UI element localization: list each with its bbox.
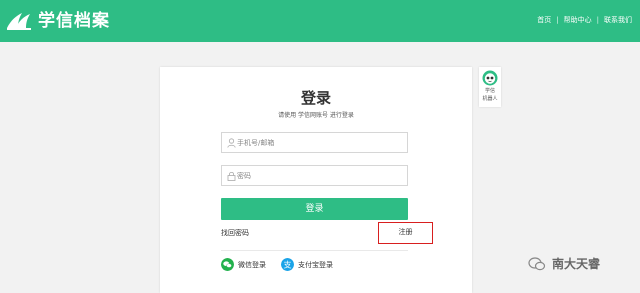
top-nav: 首页 | 帮助中心 | 联系我们 — [537, 14, 632, 26]
watermark: 南大天睿 — [528, 255, 600, 272]
login-button[interactable]: 登录 — [221, 198, 408, 220]
logo-text[interactable]: 学信档案 — [38, 10, 110, 32]
top-header: 学信档案 首页 | 帮助中心 | 联系我们 — [0, 0, 640, 42]
password-input[interactable] — [237, 168, 402, 183]
alipay-login-label: 支付宝登录 — [298, 260, 333, 269]
nav-separator: | — [556, 16, 559, 24]
phone-email-input[interactable] — [237, 135, 402, 150]
divider — [221, 250, 408, 251]
nav-help-link[interactable]: 帮助中心 — [564, 14, 592, 26]
register-link[interactable]: 注册 — [378, 222, 433, 244]
alipay-login-button[interactable]: 支 支付宝登录 — [281, 258, 333, 271]
login-title: 登录 — [300, 89, 331, 107]
wechat-icon — [221, 258, 234, 271]
watermark-text: 南大天睿 — [552, 257, 601, 271]
find-password-link[interactable]: 找回密码 — [221, 228, 249, 238]
wechat-login-button[interactable]: 微信登录 — [221, 258, 266, 271]
lock-icon — [227, 171, 236, 181]
svg-text:支: 支 — [284, 260, 292, 270]
phone-email-field[interactable] — [221, 132, 408, 153]
robot-assistant[interactable]: 学信 机器人 — [479, 67, 501, 107]
alipay-icon: 支 — [281, 258, 294, 271]
password-field[interactable] — [221, 165, 408, 186]
nav-separator: | — [596, 16, 599, 24]
robot-icon — [482, 70, 498, 86]
robot-label-2: 机器人 — [482, 96, 498, 102]
nav-home-link[interactable]: 首页 — [537, 14, 551, 26]
login-card: 登录 请使用 学信网账号 进行登录 登录 找回密码 注册 微信登录 支 支付宝登… — [160, 67, 472, 293]
login-subtitle: 请使用 学信网账号 进行登录 — [278, 112, 354, 119]
robot-label-1: 学信 — [484, 88, 495, 94]
nav-contact-link[interactable]: 联系我们 — [604, 14, 632, 26]
logo-icon[interactable] — [6, 10, 32, 32]
wechat-login-label: 微信登录 — [238, 260, 266, 269]
wechat-watermark-icon — [528, 256, 546, 270]
user-icon — [227, 138, 236, 148]
